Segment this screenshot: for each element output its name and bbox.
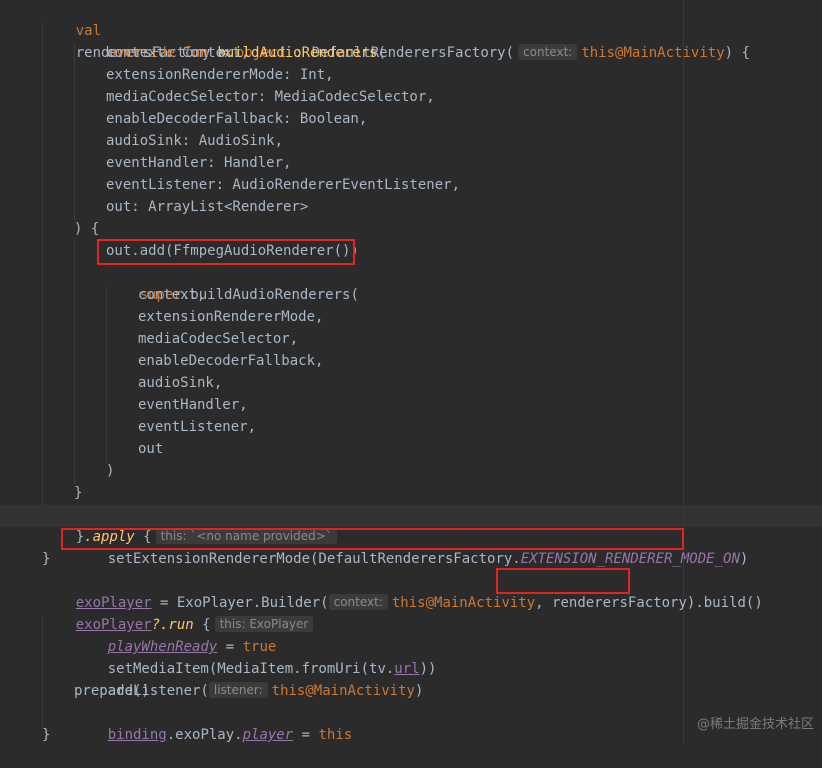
- code-line[interactable]: exoPlayer = ExoPlayer.Builder(context: th…: [42, 570, 763, 611]
- code-line[interactable]: eventListener,: [138, 416, 256, 438]
- parameter-hint: context:: [328, 594, 388, 610]
- constant: EXTENSION_RENDERER_MODE_ON: [520, 551, 740, 567]
- indent-guide: [42, 22, 43, 506]
- punctuation: ): [414, 683, 424, 699]
- code-line[interactable]: enableDecoderFallback,: [138, 350, 323, 372]
- code-line[interactable]: eventHandler: Handler,: [106, 152, 291, 174]
- code-line[interactable]: out: ArrayList<Renderer>: [106, 196, 308, 218]
- annotation-box: [496, 568, 630, 594]
- code-line[interactable]: addListener(listener: this@MainActivity): [74, 658, 423, 699]
- punctuation: ,: [535, 595, 553, 611]
- code-line[interactable]: audioSink,: [138, 372, 222, 394]
- punctuation: ): [739, 551, 749, 567]
- method-call: ).build(): [686, 595, 763, 611]
- code-line[interactable]: extensionRendererMode,: [138, 306, 323, 328]
- property: binding: [107, 727, 167, 743]
- code-line[interactable]: override fun buildAudioRenderers(: [74, 20, 386, 61]
- annotation-box: [97, 239, 355, 265]
- operator: =: [293, 727, 319, 743]
- code-line[interactable]: playWhenReady = true: [74, 614, 277, 655]
- code-line[interactable]: ): [106, 460, 114, 482]
- parameter-hint: listener:: [208, 682, 268, 698]
- code-line[interactable]: audioSink: AudioSink,: [106, 130, 283, 152]
- annotation-box: [61, 528, 684, 550]
- code-line[interactable]: val renderersFactory = object : DefaultR…: [42, 0, 750, 61]
- code-line[interactable]: setMediaItem(MediaItem.fromUri(tv.url)): [74, 636, 437, 677]
- method-call: .buildAudioRenderers(: [181, 287, 359, 303]
- punctuation: ) {: [724, 45, 750, 61]
- code-line[interactable]: eventListener: AudioRendererEventListene…: [106, 174, 460, 196]
- code-line[interactable]: }: [42, 548, 50, 570]
- keyword: this: [318, 727, 353, 743]
- property: player: [242, 727, 294, 743]
- code-line[interactable]: out: [138, 438, 163, 460]
- code-line[interactable]: context: Context,: [106, 42, 249, 64]
- code-line[interactable]: context,: [138, 284, 205, 306]
- code-line[interactable]: prepare(): [74, 680, 150, 702]
- code-line[interactable]: binding.exoPlay.player = this: [74, 702, 352, 743]
- code-line[interactable]: }.apply {this: `<no name provided>`: [42, 504, 341, 545]
- code-line[interactable]: super.buildAudioRenderers(: [106, 262, 359, 303]
- code-line[interactable]: enableDecoderFallback: Boolean,: [106, 108, 367, 130]
- keyword: this@MainActivity: [581, 45, 725, 61]
- code-line[interactable]: exoPlayer?.run {this: ExoPlayer: [42, 592, 317, 633]
- code-line[interactable]: }: [74, 482, 82, 504]
- code-line[interactable]: mediaCodecSelector: MediaCodecSelector,: [106, 86, 435, 108]
- punctuation: (: [377, 45, 386, 61]
- method-call: setExtensionRendererMode(DefaultRenderer…: [107, 551, 521, 567]
- keyword: this@MainActivity: [271, 683, 415, 699]
- right-margin-guide: [683, 0, 684, 743]
- keyword: this@MainActivity: [391, 595, 536, 611]
- watermark: @稀土掘金技术社区: [696, 717, 814, 732]
- parameter-hint: context:: [518, 44, 578, 60]
- code-line[interactable]: ) {: [74, 218, 99, 240]
- indent-guide: [74, 242, 75, 484]
- code-line[interactable]: eventHandler,: [138, 394, 248, 416]
- argument: renderersFactory: [552, 595, 687, 611]
- code-line[interactable]: mediaCodecSelector,: [138, 328, 298, 350]
- code-editor[interactable]: val renderersFactory = object : DefaultR…: [0, 0, 822, 743]
- code-line[interactable]: extensionRendererMode: Int,: [106, 64, 334, 86]
- punctuation: .exoPlay.: [166, 727, 243, 743]
